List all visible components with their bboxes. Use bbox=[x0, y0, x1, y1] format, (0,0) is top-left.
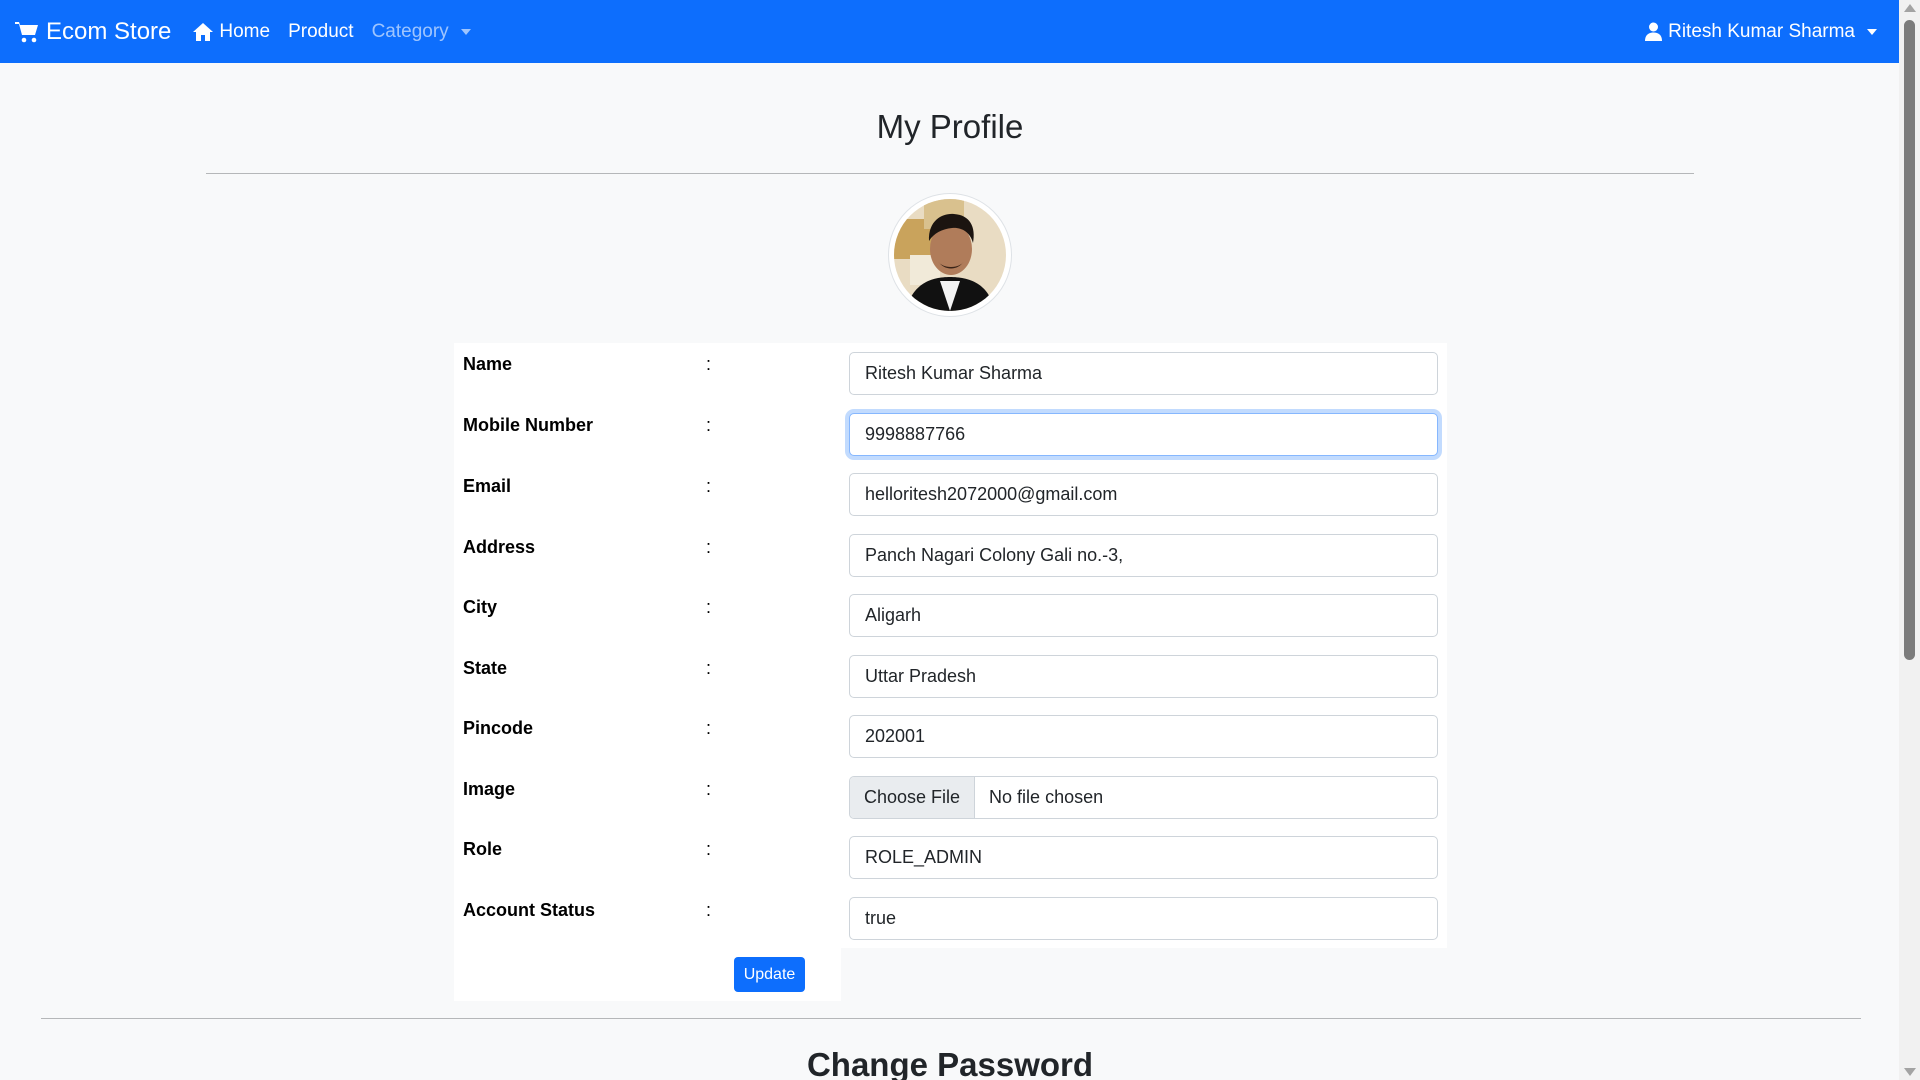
mobile-number-field[interactable] bbox=[849, 413, 1438, 456]
pincode-label: Pincode bbox=[463, 718, 534, 738]
account-status-label: Account Status bbox=[463, 900, 596, 920]
role-field[interactable] bbox=[849, 836, 1438, 879]
state-field[interactable] bbox=[849, 655, 1438, 698]
name-field[interactable] bbox=[849, 352, 1438, 395]
user-menu-dropdown[interactable]: Ritesh Kumar Sharma bbox=[1645, 21, 1877, 43]
colon: : bbox=[706, 476, 712, 496]
colon: : bbox=[706, 354, 712, 374]
chevron-down-icon bbox=[1867, 28, 1877, 35]
colon: : bbox=[706, 839, 712, 859]
email-label: Email bbox=[463, 476, 512, 496]
file-status-text: No file chosen bbox=[989, 787, 1104, 807]
change-password-title: Change Password bbox=[806, 1046, 1094, 1080]
divider bbox=[206, 173, 1694, 174]
user-name-label: Ritesh Kumar Sharma bbox=[1668, 20, 1855, 42]
address-field[interactable] bbox=[849, 534, 1438, 577]
page-scrollbar[interactable] bbox=[1899, 0, 1920, 1080]
colon: : bbox=[706, 415, 712, 435]
role-label: Role bbox=[463, 839, 503, 859]
scroll-down-icon[interactable] bbox=[1904, 1068, 1916, 1076]
nav-category-dropdown[interactable]: Category bbox=[372, 21, 471, 43]
nav-product[interactable]: Product bbox=[288, 21, 353, 43]
chevron-down-icon bbox=[460, 28, 471, 35]
nav-product-label: Product bbox=[288, 20, 354, 42]
image-file-input[interactable]: Choose File No file chosen bbox=[849, 776, 1438, 819]
home-icon bbox=[193, 22, 214, 41]
nav-home-label: Home bbox=[219, 20, 271, 42]
brand-label: Ecom Store bbox=[46, 17, 172, 45]
image-label: Image bbox=[463, 779, 516, 799]
state-label: State bbox=[463, 658, 508, 678]
colon: : bbox=[706, 537, 712, 557]
scroll-thumb[interactable] bbox=[1904, 20, 1915, 660]
nav-category-label: Category bbox=[371, 20, 449, 42]
city-label: City bbox=[463, 597, 498, 617]
choose-file-button[interactable]: Choose File bbox=[850, 777, 976, 818]
avatar bbox=[888, 193, 1012, 317]
user-icon bbox=[1645, 22, 1663, 41]
colon: : bbox=[706, 597, 712, 617]
brand-link[interactable]: Ecom Store bbox=[14, 18, 171, 46]
top-navbar: Ecom Store Home Product Category Ritesh … bbox=[0, 0, 1899, 63]
address-label: Address bbox=[463, 537, 536, 557]
colon: : bbox=[706, 900, 712, 920]
divider bbox=[41, 1018, 1861, 1019]
scroll-up-icon[interactable] bbox=[1904, 4, 1916, 12]
email-field[interactable] bbox=[849, 473, 1438, 516]
name-label: Name bbox=[463, 354, 513, 374]
account-status-field[interactable] bbox=[849, 897, 1438, 940]
update-button[interactable]: Update bbox=[734, 957, 805, 992]
pincode-field[interactable] bbox=[849, 715, 1438, 758]
page-title: My Profile bbox=[876, 108, 1024, 145]
colon: : bbox=[706, 658, 712, 678]
cart-icon bbox=[15, 21, 38, 42]
colon: : bbox=[706, 779, 712, 799]
colon: : bbox=[706, 718, 712, 738]
city-field[interactable] bbox=[849, 594, 1438, 637]
profile-photo bbox=[894, 199, 1006, 311]
mobile-number-label: Mobile Number bbox=[463, 415, 594, 435]
nav-home[interactable]: Home bbox=[193, 21, 270, 43]
